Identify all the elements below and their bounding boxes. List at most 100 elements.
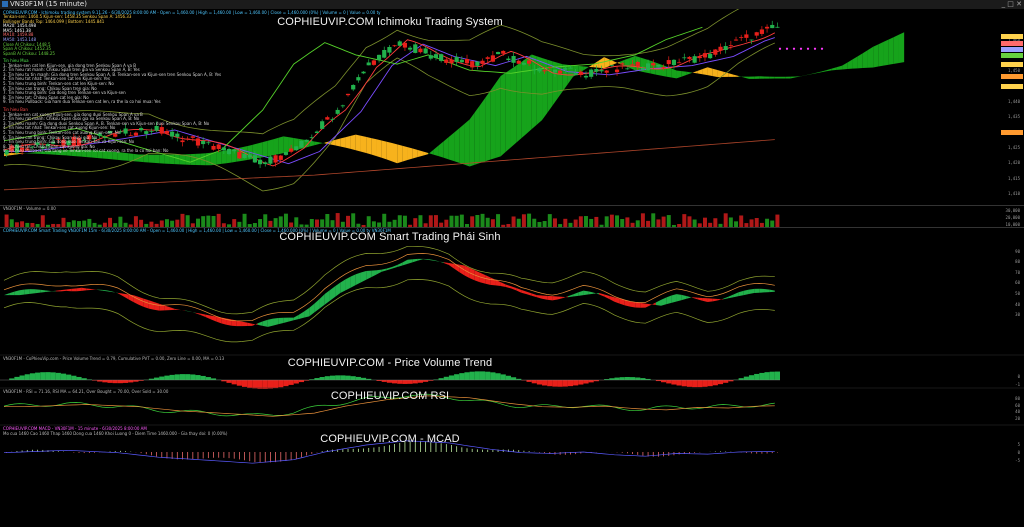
smart-band-segment <box>273 318 279 326</box>
smart-band-segment <box>174 308 180 310</box>
pvt-bar <box>40 372 46 380</box>
price-chart-canvas[interactable] <box>0 9 1024 205</box>
volume-pane[interactable]: VN30F1M - Volume = 0.00 30,000 20,000 10,0… <box>0 205 1024 228</box>
projection-dot <box>806 47 810 50</box>
candle-body <box>216 144 221 149</box>
volume-bar <box>216 213 221 227</box>
pvt-bar <box>609 378 615 380</box>
volume-bar <box>625 217 630 227</box>
kumo-cloud-segment <box>433 145 439 157</box>
smart-axis-label: 80 <box>1015 259 1020 265</box>
volume-bar <box>325 214 330 227</box>
candle-body <box>361 71 366 74</box>
smart-band-segment <box>293 314 299 321</box>
volume-bar <box>475 214 480 227</box>
smart-band-segment <box>743 289 749 296</box>
smart-band-segment <box>526 291 532 296</box>
volume-bar <box>294 217 299 227</box>
pvt-bar <box>583 380 589 384</box>
main-price-chart[interactable]: COPHIEUVIP.COM Ichimoku Trading System C… <box>0 9 1024 205</box>
smart-band-segment <box>490 277 496 286</box>
kumo-cloud-segment <box>273 137 279 156</box>
kumo-cloud-segment <box>350 134 356 151</box>
smart-band-segment <box>567 294 574 298</box>
candle-body <box>226 148 232 155</box>
volume-bar <box>682 214 687 227</box>
kumo-cloud-segment <box>759 76 765 79</box>
projection-dot <box>778 47 782 50</box>
pvt-bar <box>231 380 237 385</box>
candle-body <box>635 62 640 67</box>
kumo-cloud-segment <box>283 136 289 154</box>
pvt-bar <box>423 380 429 382</box>
volume-bar <box>754 218 759 227</box>
smart-title: COPHIEUVIP.COM Smart Trading Phái Sinh <box>279 231 501 243</box>
smart-band-segment <box>412 258 418 263</box>
smart-band-segment <box>686 296 693 299</box>
pvt-bar <box>661 380 667 383</box>
smart-band-segment <box>76 287 82 292</box>
kumo-cloud-segment <box>448 132 455 162</box>
volume-bar <box>692 219 697 227</box>
candle-body <box>299 140 304 148</box>
kumo-cloud-segment <box>417 149 424 158</box>
smart-band-segment <box>143 298 149 309</box>
pvt-bar <box>686 380 693 387</box>
volume-bar <box>765 218 770 227</box>
macd-title: COPHIEUVIP.COM - MCAD <box>320 433 460 445</box>
candle-body <box>594 68 599 72</box>
kumo-cloud-segment <box>464 119 470 167</box>
kumo-cloud-segment <box>873 44 879 68</box>
pvt-bar <box>614 377 620 380</box>
candle-body <box>263 162 268 165</box>
candle-body <box>506 58 511 61</box>
kumo-cloud-segment <box>360 135 367 154</box>
kumo-cloud-segment <box>728 73 734 77</box>
pvt-bar <box>71 375 77 380</box>
window-controls[interactable]: _ □ ✕ <box>1002 0 1022 9</box>
candle-body <box>418 48 423 53</box>
candle-body <box>211 145 216 150</box>
pvt-bar <box>438 378 444 380</box>
kumo-cloud-segment <box>795 76 801 78</box>
smart-band-segment <box>107 290 113 293</box>
candle-body <box>682 57 687 59</box>
pvt-bar <box>267 380 274 389</box>
pvt-bar <box>547 380 553 387</box>
smart-band-segment <box>102 289 108 292</box>
pvt-bar <box>262 380 268 389</box>
kumo-cloud-segment <box>614 61 620 64</box>
kumo-cloud-segment <box>376 139 382 158</box>
pvt-bar <box>9 378 15 380</box>
price-tag <box>1001 46 1023 52</box>
volume-bar <box>413 218 418 227</box>
volume-bar <box>366 216 371 227</box>
kumo-cloud-segment <box>133 153 139 162</box>
kumo-cloud-segment <box>469 112 475 167</box>
candle-body <box>671 59 677 66</box>
kumo-cloud-segment <box>764 76 770 79</box>
price-axis-label: 1,440 <box>1007 98 1020 104</box>
kumo-cloud-segment <box>852 56 858 69</box>
candle-body <box>278 155 283 160</box>
kumo-cloud-segment <box>174 154 180 165</box>
smart-band-segment <box>459 264 465 276</box>
kumo-cloud-segment <box>800 75 806 77</box>
smart-band-segment <box>723 296 729 300</box>
candle-body <box>413 44 418 53</box>
kumo-cloud-segment <box>412 148 418 159</box>
price-axis-label: 1,420 <box>1007 160 1020 166</box>
kumo-cloud-segment <box>702 67 708 76</box>
candle-body <box>408 47 413 50</box>
volume-bar <box>201 216 206 227</box>
smart-trading-pane[interactable]: COPHIEUVIP.COM Smart Trading VN30F1M 15m… <box>0 227 1024 465</box>
pvt-bar <box>236 380 242 386</box>
volume-bar <box>87 218 92 227</box>
pvt-bar <box>381 380 387 382</box>
candle-body <box>677 62 682 64</box>
pvt-bar <box>247 380 253 388</box>
smart-band-segment <box>117 292 123 297</box>
volume-bar <box>449 215 454 227</box>
rsi-axis-label: 80 <box>1015 396 1020 402</box>
sell-signal-item: 9. Tin hieu Pullback: Gia tang ve Tenkan… <box>3 148 169 154</box>
